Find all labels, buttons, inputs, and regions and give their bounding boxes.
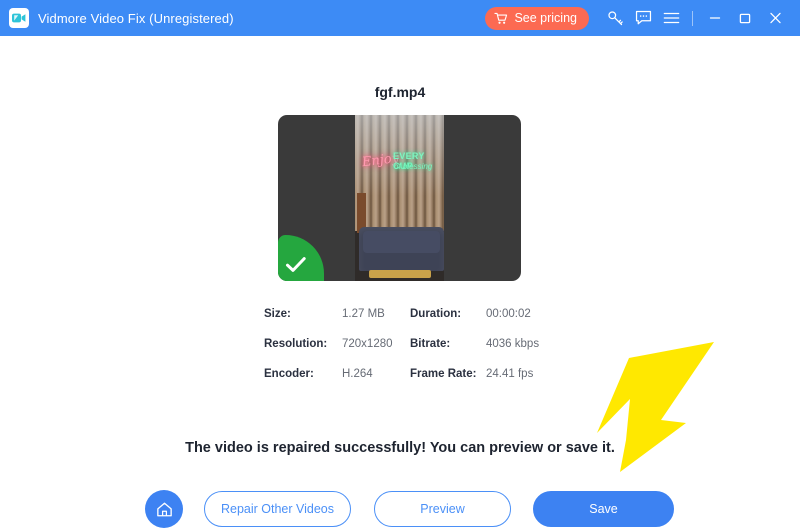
- feedback-icon[interactable]: [629, 5, 657, 31]
- metadata-label-frame-rate: Frame Rate:: [410, 368, 486, 380]
- video-preview-thumbnail[interactable]: Enjoy EVERY CUP of blessing: [278, 115, 521, 281]
- metadata-label-size: Size:: [264, 308, 342, 320]
- metadata-label-duration: Duration:: [410, 308, 486, 320]
- metadata-value-resolution: 720x1280: [342, 338, 410, 350]
- metadata-value-frame-rate: 24.41 fps: [486, 368, 554, 380]
- main-content: fgf.mp4 Enjoy EVERY CUP of blessing Size…: [0, 36, 800, 515]
- menu-icon[interactable]: [657, 5, 685, 31]
- metadata-value-bitrate: 4036 kbps: [486, 338, 554, 350]
- metadata-label-encoder: Encoder:: [264, 368, 342, 380]
- maximize-button[interactable]: [730, 5, 760, 31]
- toolbar-divider: [692, 11, 693, 26]
- success-message: The video is repaired successfully! You …: [0, 440, 800, 456]
- see-pricing-button[interactable]: See pricing: [485, 7, 589, 30]
- title-bar: Vidmore Video Fix (Unregistered) See pri…: [0, 0, 800, 36]
- video-metadata-table: Size: 1.27 MB Duration: 00:00:02 Resolut…: [264, 308, 554, 380]
- app-logo-icon: [9, 8, 29, 28]
- home-button[interactable]: [145, 490, 183, 528]
- minimize-button[interactable]: [700, 5, 730, 31]
- green-check-badge: [278, 235, 324, 281]
- metadata-label-resolution: Resolution:: [264, 338, 342, 350]
- see-pricing-label: See pricing: [514, 11, 577, 25]
- close-button[interactable]: [760, 5, 790, 31]
- neon-line2-text: of blessing: [394, 162, 432, 171]
- repair-other-videos-button[interactable]: Repair Other Videos: [204, 491, 351, 527]
- save-label: Save: [589, 502, 618, 516]
- video-frame: Enjoy EVERY CUP of blessing: [355, 115, 444, 281]
- metadata-value-duration: 00:00:02: [486, 308, 554, 320]
- preview-button[interactable]: Preview: [374, 491, 511, 527]
- file-name-label: fgf.mp4: [0, 84, 800, 100]
- shopping-cart-icon: [494, 12, 508, 25]
- window-title: Vidmore Video Fix (Unregistered): [38, 11, 234, 26]
- table-decor: [369, 270, 431, 278]
- metadata-value-encoder: H.264: [342, 368, 410, 380]
- sofa-back-decor: [363, 231, 440, 253]
- repair-other-videos-label: Repair Other Videos: [221, 502, 334, 516]
- metadata-value-size: 1.27 MB: [342, 308, 410, 320]
- key-icon[interactable]: [601, 5, 629, 31]
- save-button[interactable]: Save: [533, 491, 674, 527]
- action-button-row: Repair Other Videos Preview Save: [145, 490, 674, 528]
- metadata-label-bitrate: Bitrate:: [410, 338, 486, 350]
- preview-label: Preview: [420, 502, 464, 516]
- wall-glow-decor: [355, 115, 444, 231]
